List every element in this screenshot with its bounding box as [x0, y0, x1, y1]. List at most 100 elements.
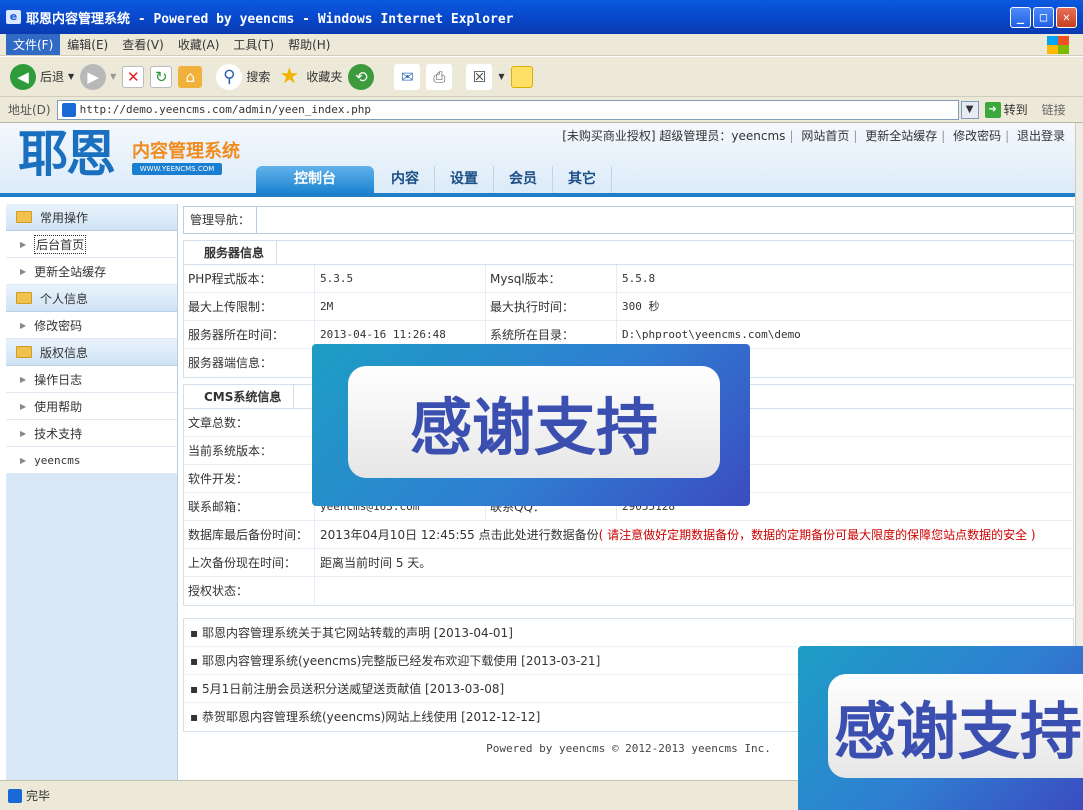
- thanks-watermark: 感谢支持: [312, 344, 750, 506]
- edit-icon[interactable]: ☒: [466, 63, 493, 90]
- back-dropdown-icon[interactable]: ▼: [68, 72, 74, 81]
- sidebar-item-label: 技术支持: [34, 426, 83, 441]
- cms-logo-subtitle: 内容管理系统: [132, 141, 240, 162]
- sidebar-group-personal[interactable]: 个人信息: [6, 285, 177, 312]
- sidebar-item-admin-home[interactable]: ▶ 后台首页: [6, 231, 177, 258]
- table-row: 授权状态：: [184, 577, 1073, 605]
- change-password-link[interactable]: 修改密码: [953, 129, 1001, 143]
- folder-icon: [16, 292, 32, 304]
- sidebar-group-label: 版权信息: [40, 345, 89, 360]
- menu-view[interactable]: 查看(V): [115, 34, 171, 55]
- admin-nav-label: 管理导航：: [184, 206, 258, 234]
- sidebar-item-yeencms[interactable]: ▶ yeencms: [6, 447, 177, 474]
- info-label: 上次备份现在时间：: [184, 549, 315, 576]
- search-icon: ⚲: [216, 63, 243, 90]
- info-label: 联系邮箱：: [184, 493, 315, 520]
- info-label: 数据库最后备份时间：: [184, 521, 315, 548]
- sidebar-item-label: 更新全站缓存: [34, 264, 107, 279]
- stop-icon[interactable]: ✕: [122, 65, 145, 88]
- thanks-text: 感谢支持: [348, 366, 720, 478]
- history-icon[interactable]: ⟲: [348, 63, 375, 90]
- window-titlebar: e 耶恩内容管理系统 - Powered by yeencms - Window…: [0, 0, 1083, 34]
- sidebar-item-label: 使用帮助: [34, 399, 83, 414]
- mail-icon[interactable]: ✉: [394, 63, 421, 90]
- info-label: PHP程式版本：: [184, 265, 315, 292]
- sidebar-item-operation-log[interactable]: ▶ 操作日志: [6, 366, 177, 393]
- top-links: [未购买商业授权] 超级管理员：yeencms | 网站首页 | 更新全站缓存 | 修…: [562, 129, 1065, 143]
- sidebar-item-change-password[interactable]: ▶ 修改密码: [6, 312, 177, 339]
- info-label: 软件开发：: [184, 465, 315, 492]
- sidebar-group-label: 常用操作: [40, 210, 89, 225]
- note-icon[interactable]: [510, 65, 533, 88]
- menu-edit[interactable]: 编辑(E): [60, 34, 115, 55]
- tab-console[interactable]: 控制台: [256, 166, 374, 193]
- menu-tools[interactable]: 工具(T): [226, 34, 281, 55]
- sidebar-item-label: 修改密码: [34, 318, 83, 333]
- menu-file[interactable]: 文件(F): [6, 34, 61, 55]
- home-icon[interactable]: ⌂: [178, 65, 203, 88]
- back-button[interactable]: ◀ 后退 ▼: [10, 63, 74, 90]
- back-label: 后退: [40, 70, 65, 84]
- tab-settings[interactable]: 设置: [435, 166, 494, 193]
- logout-link[interactable]: 退出登录: [1017, 129, 1065, 143]
- info-value: 2M: [315, 293, 486, 320]
- address-url: http://demo.yeencms.com/admin/yeen_index…: [79, 103, 372, 116]
- sidebar-item-support[interactable]: ▶ 技术支持: [6, 420, 177, 447]
- info-label: 文章总数：: [184, 409, 315, 436]
- menu-help[interactable]: 帮助(H): [281, 34, 337, 55]
- backup-link[interactable]: 2013年04月10日 12:45:55 点击此处进行数据备份: [320, 528, 599, 542]
- sidebar-group-copyright[interactable]: 版权信息: [6, 339, 177, 366]
- print-icon[interactable]: ⎙: [426, 63, 453, 90]
- info-label: 服务器所在时间：: [184, 321, 315, 348]
- forward-button[interactable]: ▶ ▼: [80, 63, 116, 90]
- info-label: 授权状态：: [184, 577, 315, 605]
- refresh-icon[interactable]: ↻: [150, 65, 173, 88]
- search-button[interactable]: ⚲ 搜索: [216, 63, 270, 90]
- edit-dropdown-icon[interactable]: ▼: [498, 72, 504, 81]
- minimize-button[interactable]: _: [1010, 7, 1031, 28]
- info-label: Mysql版本：: [486, 265, 617, 292]
- menu-bar: 文件(F) 编辑(E) 查看(V) 收藏(A) 工具(T) 帮助(H): [0, 34, 1083, 56]
- table-row: 上次备份现在时间： 距离当前时间 5 天。: [184, 549, 1073, 577]
- news-item[interactable]: ▪ 耶恩内容管理系统关于其它网站转载的声明 [2013-04-01]: [184, 619, 1073, 647]
- ie-icon: e: [6, 10, 21, 24]
- links-button[interactable]: 链接: [1042, 101, 1066, 118]
- tab-members[interactable]: 会员: [494, 166, 553, 193]
- browser-toolbar: ◀ 后退 ▼ ▶ ▼ ✕ ↻ ⌂ ⚲ 搜索 ★ 收藏夹 ⟲ ✉ ⎙ ☒ ▼: [0, 57, 1083, 97]
- page-icon: [61, 102, 76, 117]
- sidebar-item-update-cache[interactable]: ▶ 更新全站缓存: [6, 258, 177, 285]
- admin-nav: 管理导航：: [183, 206, 1074, 234]
- server-info-title: 服务器信息: [184, 240, 278, 265]
- tab-other[interactable]: 其它: [553, 166, 612, 193]
- go-button[interactable]: ➜ 转到: [984, 101, 1028, 118]
- info-value: 5.5.8: [622, 272, 656, 285]
- arrow-icon: ▶: [20, 455, 27, 465]
- arrow-icon: ▶: [20, 374, 27, 384]
- go-arrow-icon: ➜: [984, 101, 1001, 118]
- sidebar-item-label: 操作日志: [34, 372, 83, 387]
- sidebar-group-common[interactable]: 常用操作: [6, 204, 177, 231]
- menu-favorites[interactable]: 收藏(A): [171, 34, 227, 55]
- address-bar: 地址(D) http://demo.yeencms.com/admin/yeen…: [0, 97, 1083, 123]
- maximize-button[interactable]: □: [1033, 7, 1054, 28]
- admin-info: [未购买商业授权] 超级管理员：yeencms: [562, 129, 786, 143]
- cms-info-title: CMS系统信息: [184, 384, 295, 409]
- page-icon: [8, 788, 22, 803]
- table-row: 数据库最后备份时间： 2013年04月10日 12:45:55 点击此处进行数据…: [184, 521, 1073, 549]
- arrow-icon: ▶: [20, 320, 27, 330]
- forward-dropdown-icon[interactable]: ▼: [110, 72, 116, 81]
- favorites-button[interactable]: ★ 收藏夹: [276, 64, 342, 90]
- sidebar-group-label: 个人信息: [40, 291, 89, 306]
- update-cache-link[interactable]: 更新全站缓存: [865, 129, 937, 143]
- close-button[interactable]: ✕: [1056, 7, 1077, 28]
- star-icon: ★: [279, 63, 300, 89]
- address-input[interactable]: http://demo.yeencms.com/admin/yeen_index…: [56, 99, 959, 120]
- go-label: 转到: [1003, 103, 1028, 117]
- main-tabs: 控制台 内容 设置 会员 其它: [256, 166, 612, 193]
- address-label: 地址(D): [8, 103, 51, 117]
- address-dropdown-icon[interactable]: ▼: [960, 100, 979, 119]
- cms-logo: 耶恩: [18, 125, 116, 183]
- site-home-link[interactable]: 网站首页: [801, 129, 849, 143]
- tab-content[interactable]: 内容: [376, 166, 435, 193]
- sidebar-item-help[interactable]: ▶ 使用帮助: [6, 393, 177, 420]
